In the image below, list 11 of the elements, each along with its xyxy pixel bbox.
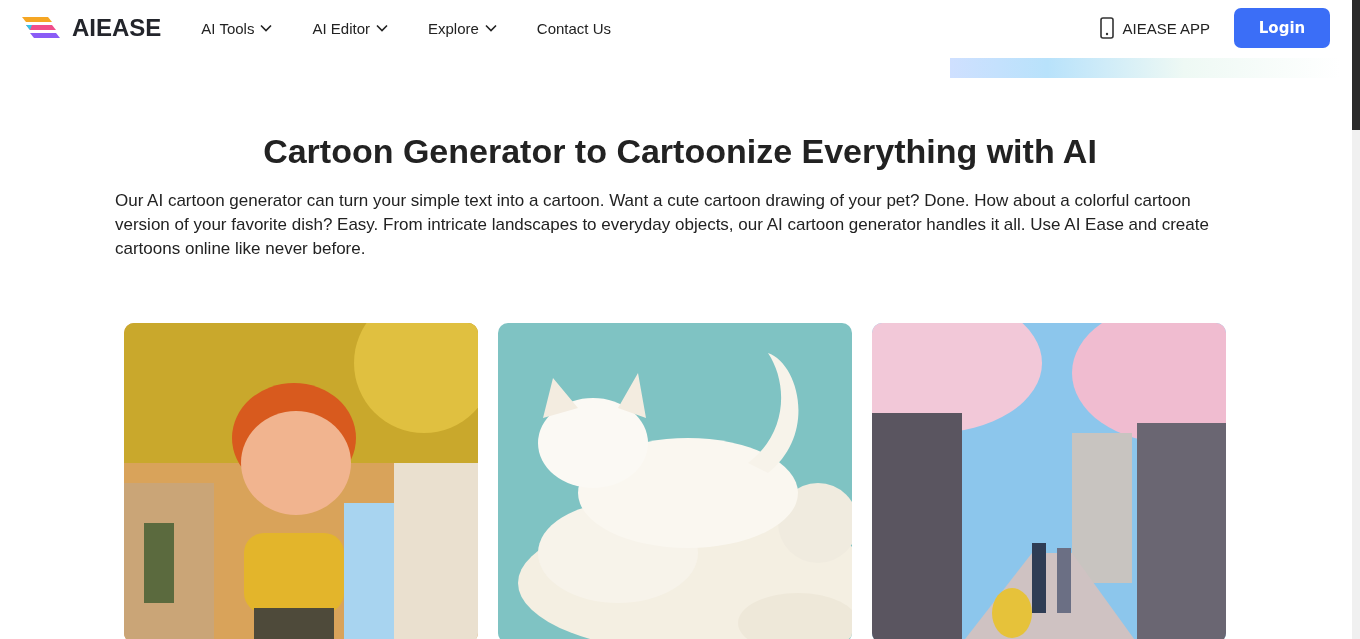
description: Our AI cartoon generator can turn your simple text into a cartoon. Want a cute cartoon drawing of your pet? Done. How about a colorful cartoon version of your favorite dish? Easy. From intricate landscapes to everyday objects, our AI cartoon generator handles it all. Use AI Ease and create cartoons online like never before. <box>115 190 1210 260</box>
app-link[interactable]: AIEASE APP <box>1122 19 1210 37</box>
logo-text[interactable]: AIEASE <box>72 14 162 42</box>
nav-link[interactable]: Contact Us <box>536 19 612 37</box>
scrollbar[interactable] <box>1352 0 1360 639</box>
nav-link[interactable]: AI Tools <box>201 19 273 37</box>
login-button[interactable]: Login <box>1234 8 1330 48</box>
page-title: Cartoon Generator to Cartoonize Everything with AI <box>262 132 1098 171</box>
phone-icon <box>1100 17 1115 39</box>
nav-link[interactable]: Explore <box>428 19 497 37</box>
nav-link[interactable]: AI Editor <box>312 19 388 37</box>
